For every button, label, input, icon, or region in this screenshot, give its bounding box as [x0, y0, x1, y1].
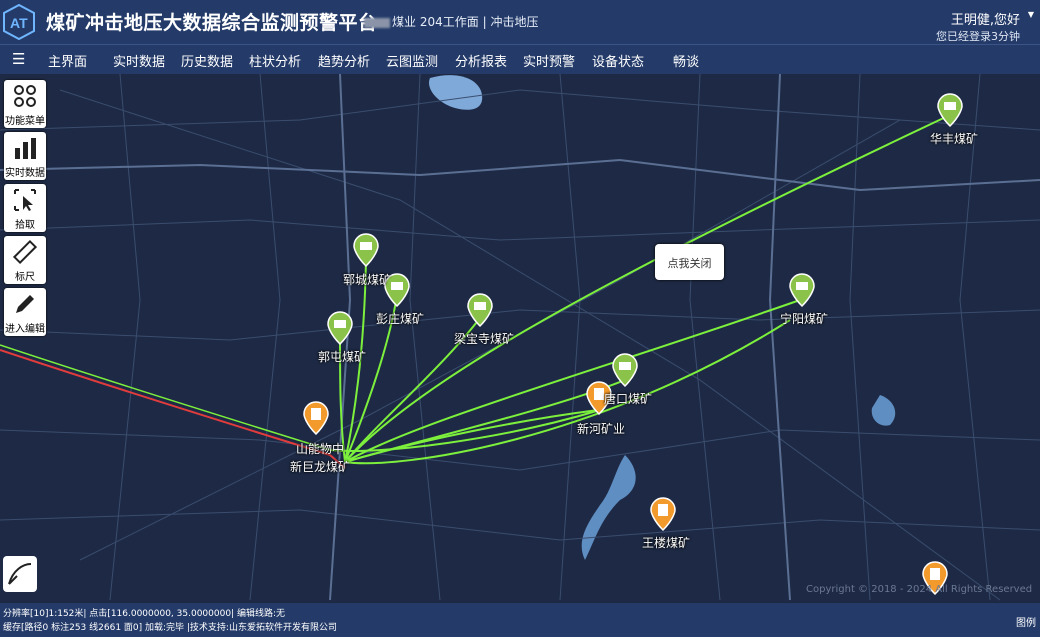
- breadcrumb-separator: |: [482, 15, 487, 29]
- mine-breadcrumb: 煤业 204工作面 | 冲击地压: [364, 13, 538, 30]
- svg-text:AT: AT: [10, 15, 28, 31]
- mine-label-liangbaosi[interactable]: 梁宝寺煤矿: [454, 330, 514, 347]
- mine-label-wanglou[interactable]: 王楼煤矿: [642, 534, 690, 551]
- mine-label-guotun[interactable]: 郭屯煤矿: [318, 348, 366, 365]
- lake-shape: [581, 455, 636, 560]
- nav-item-bar-analysis[interactable]: 柱状分析: [249, 51, 301, 70]
- app-title: 煤矿冲击地压大数据综合监测预警平台: [46, 12, 378, 34]
- tool-ruler[interactable]: 标尺: [4, 236, 46, 284]
- mine-label-huafeng[interactable]: 华丰煤矿: [930, 130, 978, 147]
- pencil-icon: [16, 295, 34, 313]
- tool-label: 实时数据: [5, 168, 45, 179]
- login-duration: 您已经登录3分钟: [936, 30, 1020, 43]
- header-bar: AT 煤矿冲击地压大数据综合监测预警平台 煤业 204工作面 | 冲击地压 王明…: [0, 0, 1040, 45]
- hamburger-menu-icon[interactable]: ☰: [12, 50, 25, 68]
- status-line-1: 分辨率[10]1:152米| 点击[116.0000000, 35.000000…: [3, 609, 285, 619]
- app-logo-icon: AT: [3, 4, 35, 40]
- mine-label-pengzhuang[interactable]: 彭庄煤矿: [376, 310, 424, 327]
- user-dropdown-icon[interactable]: ▼: [1028, 10, 1034, 19]
- mine-name[interactable]: 煤业 204工作面: [392, 15, 479, 29]
- main-nav: ☰ 主界面 实时数据 历史数据 柱状分析 趋势分析 云图监测 分析报表 实时预警…: [0, 45, 1040, 74]
- tool-function-menu[interactable]: 功能菜单: [4, 80, 46, 128]
- popup-close-text[interactable]: 点我关闭: [655, 255, 724, 271]
- bar-chart-icon: [15, 138, 36, 159]
- mine-label-ningyang[interactable]: 宁阳煤矿: [780, 310, 828, 327]
- tool-label: 进入编辑: [5, 324, 45, 335]
- nav-item-chat[interactable]: 畅谈: [673, 51, 699, 70]
- mine-label-xinhe[interactable]: 新河矿业: [577, 420, 625, 437]
- map-overview-button[interactable]: [3, 556, 37, 592]
- nav-item-home[interactable]: 主界面: [48, 51, 87, 70]
- mine-label-yuncheng[interactable]: 郓城煤矿: [343, 271, 391, 288]
- ruler-icon: [13, 240, 37, 264]
- map-layer-icon: [8, 563, 32, 585]
- link-line: [0, 344, 331, 451]
- lake-shape: [871, 395, 896, 426]
- road-network: [0, 74, 1040, 601]
- tool-label: 功能菜单: [5, 116, 45, 127]
- nav-item-realtime-data[interactable]: 实时数据: [113, 51, 165, 70]
- status-bar: 分辨率[10]1:152米| 点击[116.0000000, 35.000000…: [0, 603, 1040, 637]
- user-info[interactable]: 王明健,您好 您已经登录3分钟: [936, 9, 1020, 44]
- user-greeting[interactable]: 王明健,您好: [936, 9, 1020, 28]
- nav-item-report[interactable]: 分析报表: [455, 51, 507, 70]
- map-copyright: Copyright © 2018 - 2024 All Rights Reser…: [806, 584, 1033, 595]
- mine-label-shanneng[interactable]: 山能物中: [296, 440, 344, 457]
- nav-item-device-status[interactable]: 设备状态: [592, 51, 644, 70]
- tool-realtime-data[interactable]: 实时数据: [4, 132, 46, 180]
- red-route-line: [0, 349, 346, 469]
- map-canvas[interactable]: 华丰煤矿 郓城煤矿 彭庄煤矿 梁宝寺煤矿 郭屯煤矿 宁阳煤矿 唐口煤矿 新河矿业…: [0, 74, 1040, 602]
- cursor-select-icon: [14, 189, 36, 211]
- nav-item-trend-analysis[interactable]: 趋势分析: [318, 51, 370, 70]
- nav-item-realtime-alert[interactable]: 实时预警: [523, 51, 575, 70]
- mine-label-tangkou[interactable]: 唐口煤矿: [604, 390, 652, 407]
- nav-item-history-data[interactable]: 历史数据: [181, 51, 233, 70]
- grid-icon: [14, 85, 36, 107]
- mine-label-xinjulong[interactable]: 新巨龙煤矿: [290, 458, 350, 475]
- tool-edit[interactable]: 进入编辑: [4, 288, 46, 336]
- redacted-mark: [364, 17, 390, 28]
- tool-label: 拾取: [15, 220, 35, 231]
- map-popup[interactable]: 点我关闭: [655, 244, 724, 280]
- nav-item-cloud-monitor[interactable]: 云图监测: [386, 51, 438, 70]
- tool-label: 标尺: [15, 272, 35, 283]
- tool-pick[interactable]: 拾取: [4, 184, 46, 232]
- module-name[interactable]: 冲击地压: [490, 15, 538, 29]
- map-layer: [0, 74, 1040, 601]
- status-line-2: 缓存[路径0 标注253 线2661 面0] 加载:完毕 |技术支持:山东爱拓软…: [3, 623, 337, 633]
- legend-button[interactable]: 图例: [1016, 614, 1036, 629]
- lake-shape: [429, 75, 483, 110]
- mine-markers-green[interactable]: [327, 93, 963, 388]
